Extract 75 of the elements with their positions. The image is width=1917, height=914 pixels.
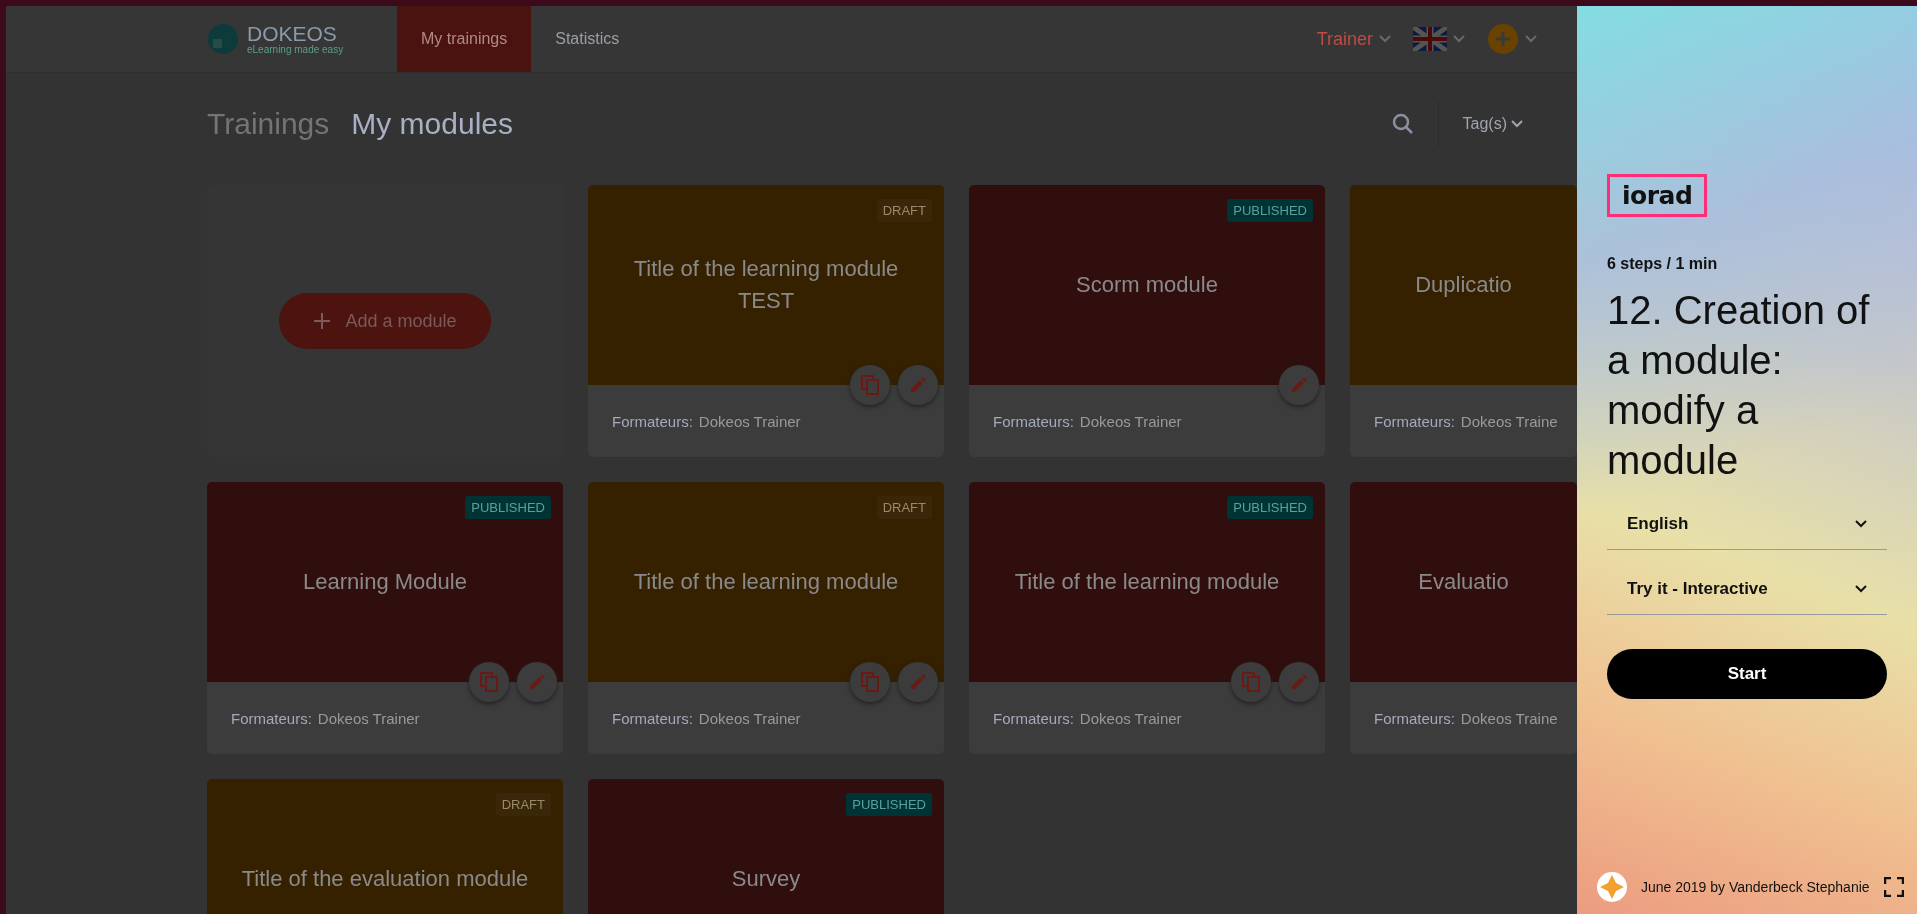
steps-duration: 6 steps / 1 min bbox=[1607, 255, 1719, 273]
plus-icon bbox=[313, 312, 332, 330]
select-field[interactable]: English bbox=[1607, 499, 1887, 550]
chevron-down-icon bbox=[1511, 120, 1523, 128]
chevron-down-icon bbox=[1525, 35, 1537, 43]
module-thumbnail[interactable]: Evaluatio bbox=[1350, 482, 1577, 682]
pencil-icon bbox=[909, 673, 927, 691]
flag-icon[interactable] bbox=[1413, 27, 1447, 51]
author-avatar-icon bbox=[1597, 872, 1627, 902]
copy-icon bbox=[1242, 672, 1260, 692]
copy-icon bbox=[480, 672, 498, 692]
trainer-label: Formateurs: bbox=[993, 709, 1074, 727]
chevron-down-icon bbox=[1453, 35, 1465, 43]
module-title: Duplicatio bbox=[1414, 271, 1513, 299]
trainer-label: Formateurs: bbox=[612, 412, 693, 430]
fullscreen-icon[interactable] bbox=[1883, 877, 1904, 897]
status-badge: PUBLISHED bbox=[465, 496, 551, 519]
module-title: Title of the evaluation module bbox=[240, 865, 530, 893]
tag-filter[interactable]: Tag(s) bbox=[1462, 115, 1523, 133]
status-badge: DRAFT bbox=[495, 793, 551, 816]
add-circle-icon[interactable] bbox=[1487, 23, 1519, 55]
iorad-logo: iorad bbox=[1607, 174, 1708, 217]
logo-icon bbox=[207, 23, 239, 55]
search-icon[interactable] bbox=[1391, 113, 1414, 135]
module-title: Evaluatio bbox=[1417, 568, 1510, 596]
pencil-icon bbox=[1290, 673, 1308, 691]
module-thumbnail[interactable]: DRAFT Title of the learning module bbox=[588, 482, 944, 682]
trainer-name: Dokeos Trainer bbox=[317, 709, 420, 727]
module-thumbnail[interactable]: Duplicatio bbox=[1350, 185, 1577, 385]
trainer-label: Formateurs: bbox=[612, 709, 693, 727]
copy-icon bbox=[861, 375, 879, 395]
breadcrumb-tab[interactable]: My modules bbox=[351, 107, 513, 141]
module-thumbnail[interactable]: DRAFT Title of the evaluation module bbox=[207, 779, 563, 914]
module-title: Scorm module bbox=[1075, 271, 1219, 299]
module-thumbnail[interactable]: PUBLISHED Title of the learning module bbox=[969, 482, 1325, 682]
trainer-name: Dokeos Trainer bbox=[1079, 709, 1182, 727]
trainer-name: Dokeos Traine bbox=[1460, 709, 1558, 727]
pencil-icon bbox=[1290, 376, 1308, 394]
trainer-name: Dokeos Trainer bbox=[698, 412, 801, 430]
logo-tagline: eLearning made easy bbox=[247, 44, 344, 55]
module-title: Title of the learning module bbox=[1013, 568, 1281, 596]
module-title: Title of the learning module TEST bbox=[632, 255, 900, 315]
trainer-label: Formateurs: bbox=[1374, 412, 1455, 430]
module-title: Learning Module bbox=[302, 568, 468, 596]
author-credit: June 2019 by Vanderbeck Stephanie bbox=[1641, 879, 1870, 895]
chevron-down-icon bbox=[1855, 520, 1867, 528]
trainer-label: Formateurs: bbox=[993, 412, 1074, 430]
module-thumbnail[interactable]: DRAFT Title of the learning module TEST bbox=[588, 185, 944, 385]
start-button[interactable]: Start bbox=[1607, 649, 1887, 699]
status-badge: PUBLISHED bbox=[1227, 496, 1313, 519]
status-badge: DRAFT bbox=[876, 199, 932, 222]
select-field[interactable]: Try it - Interactive bbox=[1607, 564, 1887, 615]
trainer-name: Dokeos Trainer bbox=[1079, 412, 1182, 430]
breadcrumb-tab[interactable]: Trainings bbox=[207, 107, 330, 141]
logo-name: DOKEOS bbox=[247, 23, 338, 44]
pencil-icon bbox=[528, 673, 546, 691]
module-title: Survey bbox=[730, 865, 802, 893]
module-thumbnail[interactable]: PUBLISHED Survey bbox=[588, 779, 944, 914]
pencil-icon bbox=[909, 376, 927, 394]
module-thumbnail[interactable]: PUBLISHED Scorm module bbox=[969, 185, 1325, 385]
trainer-label: Formateurs: bbox=[231, 709, 312, 727]
trainer-name: Dokeos Trainer bbox=[698, 709, 801, 727]
chevron-down-icon bbox=[1379, 35, 1391, 43]
copy-icon bbox=[861, 672, 879, 692]
nav-tab[interactable]: My trainings bbox=[397, 6, 532, 72]
module-thumbnail[interactable]: PUBLISHED Learning Module bbox=[207, 482, 563, 682]
status-badge: PUBLISHED bbox=[846, 793, 932, 816]
status-badge: DRAFT bbox=[876, 496, 932, 519]
status-badge: PUBLISHED bbox=[1227, 199, 1313, 222]
module-title: Title of the learning module bbox=[632, 568, 900, 596]
trainer-name: Dokeos Traine bbox=[1460, 412, 1558, 430]
tutorial-title: 12. Creation of a module: modify a module bbox=[1607, 287, 1871, 484]
chevron-down-icon bbox=[1855, 585, 1867, 593]
trainer-label: Formateurs: bbox=[1374, 709, 1455, 727]
nav-tab[interactable]: Statistics bbox=[531, 6, 644, 72]
